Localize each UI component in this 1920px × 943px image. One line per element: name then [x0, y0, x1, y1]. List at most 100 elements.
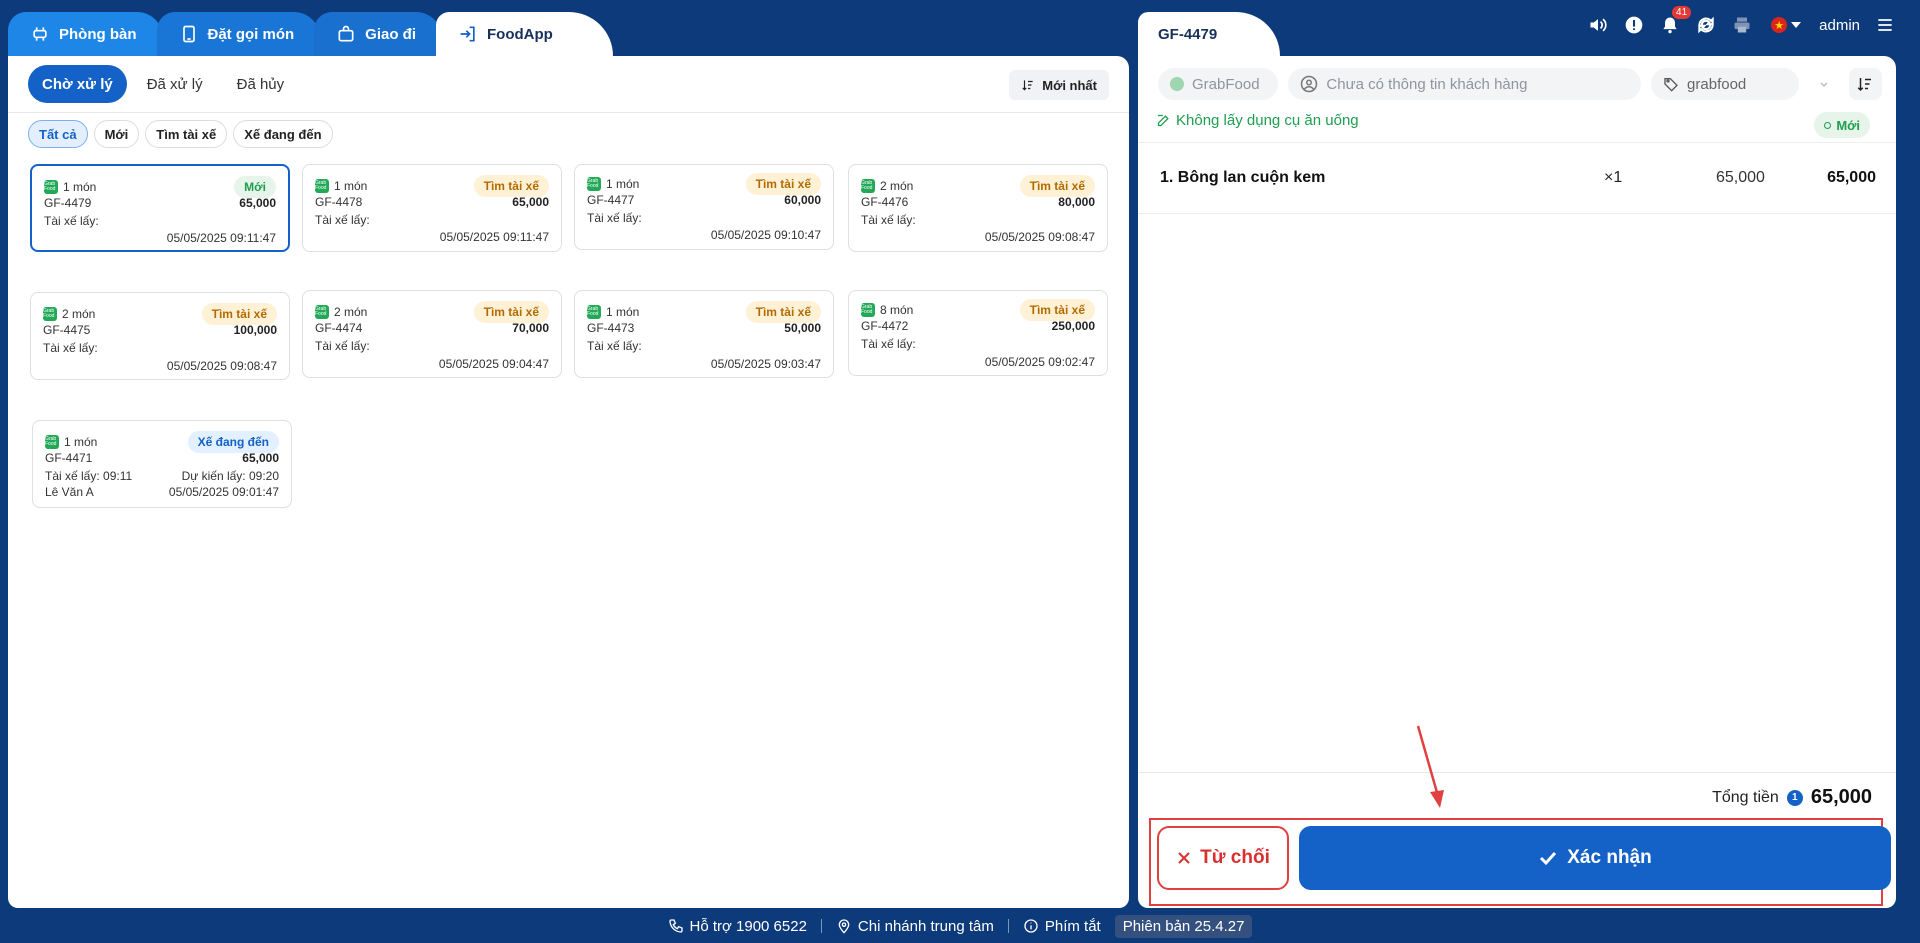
tab-dat-goi-mon[interactable]: Đặt gọi món — [156, 12, 321, 56]
tab-foodapp[interactable]: FoodApp — [436, 12, 613, 56]
grabfood-icon: Grab Food — [45, 435, 59, 450]
order-code: GF-4476 — [861, 195, 909, 209]
sort-label: Mới nhất — [1042, 77, 1097, 93]
order-code: GF-4475 — [43, 323, 91, 337]
item-quantity: ×1 — [1604, 169, 1623, 186]
language-selector[interactable]: ★ — [1767, 14, 1805, 36]
alert-icon — [1625, 16, 1643, 34]
order-card[interactable]: Grab Food 1 món Tìm tài xế GF-4473 50,000 T… — [574, 290, 834, 378]
driver-pickup: Tài xế lấy: 09:11 — [45, 469, 133, 483]
order-code: GF-4471 — [45, 451, 93, 465]
menu-button[interactable] — [1874, 14, 1896, 36]
driver-pickup: Tài xế lấy: — [861, 213, 916, 227]
tag-icon — [1664, 78, 1678, 92]
order-code: GF-4474 — [315, 321, 363, 335]
order-amount: 100,000 — [233, 323, 277, 337]
tag-label: grabfood — [1687, 75, 1747, 93]
grabfood-icon: Grab Food — [43, 307, 57, 322]
login-icon — [460, 26, 475, 42]
order-time: 05/05/2025 09:10:47 — [710, 228, 821, 242]
tag-field[interactable]: grabfood — [1651, 68, 1800, 100]
order-code: GF-4473 — [587, 321, 635, 335]
grabfood-icon: Grab Food — [861, 179, 875, 194]
order-amount: 50,000 — [784, 321, 821, 335]
location-pin-icon — [838, 919, 850, 934]
order-amount: 250,000 — [1051, 319, 1095, 333]
order-card[interactable]: Grab Food 2 món Tìm tài xế GF-4475 100,000 … — [30, 292, 290, 380]
order-detail-panel: GrabFood Chưa có thông tin khách hàng gr… — [1138, 56, 1896, 908]
customer-field[interactable]: Chưa có thông tin khách hàng — [1288, 68, 1642, 100]
confirm-label: Xác nhận — [1567, 847, 1652, 868]
order-card[interactable]: Grab Food 1 món Tìm tài xế GF-4477 60,000 T… — [574, 164, 834, 250]
confirm-button[interactable]: Xác nhận — [1299, 826, 1891, 890]
note-text: Không lấy dụng cụ ăn uống — [1176, 112, 1359, 129]
grabfood-icon: Grab Food — [861, 303, 875, 318]
check-icon — [1540, 851, 1557, 866]
item-count: Grab Food 2 món — [43, 306, 96, 322]
order-time: 05/05/2025 09:02:47 — [984, 355, 1095, 369]
order-card[interactable]: Grab Food 2 món Tìm tài xế GF-4476 80,000 T… — [848, 164, 1108, 252]
order-list-panel: Chờ xử lý Đã xử lý Đã hủy Mới nhất Tất c… — [8, 56, 1129, 908]
filter-finding-driver[interactable]: Tìm tài xế — [145, 120, 228, 148]
tab-giao-di[interactable]: Giao đi — [314, 12, 443, 56]
filter-all[interactable]: Tất cả — [28, 120, 88, 148]
info-icon[interactable]: 1 — [1786, 789, 1803, 806]
tab-phong-ban[interactable]: Phòng bàn — [8, 12, 163, 56]
volume-button[interactable] — [1587, 14, 1609, 36]
tag-dropdown[interactable] — [1809, 68, 1839, 100]
table-icon — [33, 27, 47, 41]
subtab-cancelled[interactable]: Đã hủy — [223, 65, 299, 103]
sync-button[interactable] — [1695, 14, 1717, 36]
filter-chips: Tất cả Mới Tìm tài xế Xế đang đến — [28, 120, 333, 148]
edit-icon — [1157, 114, 1169, 127]
order-detail-tab[interactable]: GF-4479 — [1138, 12, 1280, 56]
item-count: Grab Food 1 món — [45, 434, 98, 450]
support-link[interactable]: Hỗ trợ 1900 6522 — [668, 918, 807, 935]
reject-button[interactable]: Từ chối — [1157, 826, 1289, 890]
notification-button[interactable]: 41 — [1659, 6, 1692, 36]
status-dot-icon — [1824, 121, 1832, 129]
item-count: Grab Food 8 món — [861, 302, 914, 318]
order-card[interactable]: Grab Food 2 món Tìm tài xế GF-4474 70,000 T… — [302, 290, 562, 378]
phone-icon — [668, 919, 683, 933]
subtab-processed[interactable]: Đã xử lý — [133, 65, 217, 103]
printer-icon — [1734, 17, 1750, 33]
order-card[interactable]: Grab Food 1 món Xế đang đến GF-4471 65,000 … — [32, 420, 292, 508]
grabfood-icon — [1170, 77, 1184, 91]
support-text: Hỗ trợ 1900 6522 — [689, 917, 807, 935]
order-time: 05/05/2025 09:08:47 — [984, 230, 1095, 244]
filter-new[interactable]: Mới — [93, 120, 140, 148]
version-badge: Phiên bản 25.4.27 — [1114, 914, 1253, 938]
order-amount: 65,000 — [239, 196, 276, 210]
top-toolbar: 41 ★ admin — [1587, 6, 1896, 36]
order-item-row[interactable]: 1. Bông lan cuộn kem ×1 65,000 65,000 — [1138, 142, 1896, 214]
order-card[interactable]: Grab Food 1 món Tìm tài xế GF-4478 65,000 T… — [302, 164, 562, 252]
order-card[interactable]: Grab Food 8 món Tìm tài xế GF-4472 250,000 … — [848, 290, 1108, 376]
source-field[interactable]: GrabFood — [1158, 68, 1279, 100]
order-note[interactable]: Không lấy dụng cụ ăn uống — [1156, 112, 1359, 129]
alert-button[interactable] — [1623, 14, 1645, 36]
action-highlight: Từ chối Xác nhận — [1149, 818, 1891, 906]
driver-pickup: Tài xế lấy: — [315, 339, 370, 353]
shortcuts-text: Phím tắt — [1044, 917, 1101, 935]
divider — [8, 112, 1129, 113]
order-status-badge: Mới — [1814, 112, 1870, 138]
order-time: 05/05/2025 09:04:47 — [438, 357, 549, 371]
item-sort-button[interactable] — [1848, 68, 1882, 100]
print-button[interactable] — [1731, 14, 1753, 36]
shortcuts-link[interactable]: Phím tắt — [1023, 918, 1101, 935]
subtab-pending[interactable]: Chờ xử lý — [28, 65, 127, 103]
filter-driver-coming[interactable]: Xế đang đến — [233, 120, 333, 148]
order-card[interactable]: Grab Food 1 món Mới GF-4479 65,000 Tài xế l… — [30, 164, 290, 252]
item-count: Grab Food 1 món — [587, 176, 640, 192]
sort-icon — [1857, 78, 1872, 92]
branch-selector[interactable]: Chi nhánh trung tâm — [836, 918, 994, 935]
tab-label: Giao đi — [365, 25, 417, 43]
item-price: 65,000 — [1716, 169, 1765, 186]
user-name[interactable]: admin — [1819, 17, 1860, 34]
notification-count: 41 — [1672, 6, 1692, 19]
total-value: 65,000 — [1810, 786, 1872, 808]
reject-label: Từ chối — [1200, 847, 1270, 868]
sort-newest-button[interactable]: Mới nhất — [1009, 70, 1109, 100]
close-icon — [1178, 852, 1190, 864]
